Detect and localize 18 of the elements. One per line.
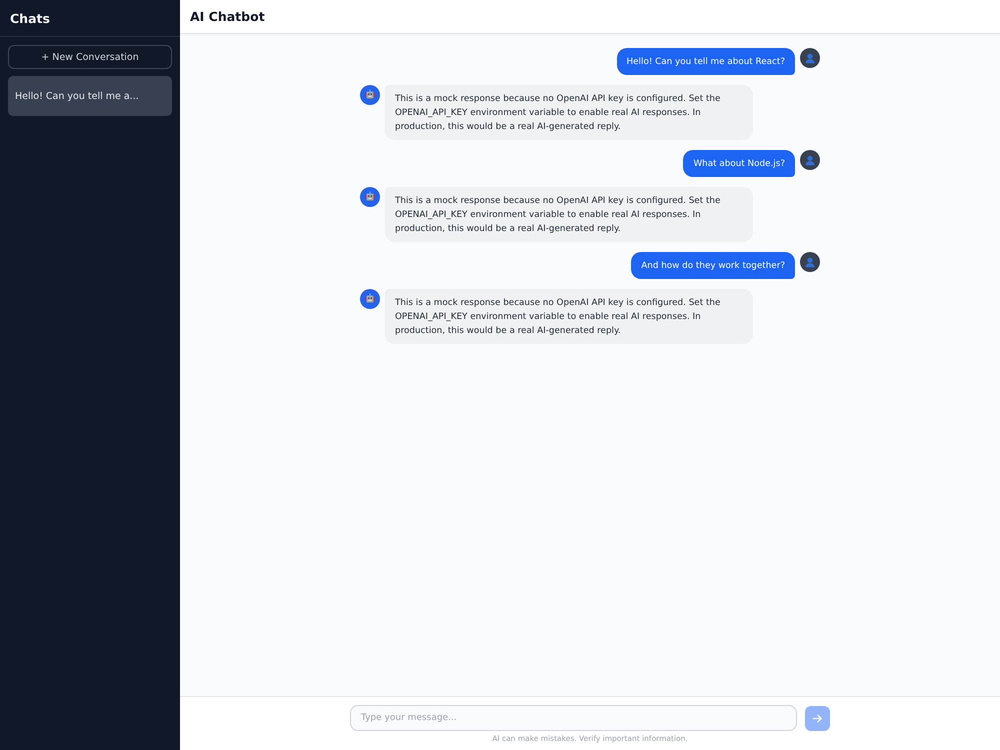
page-title: AI Chatbot bbox=[190, 9, 265, 24]
arrow-right-icon bbox=[812, 712, 823, 724]
robot-avatar-icon bbox=[360, 289, 380, 309]
user-message: Hello! Can you tell me about React? bbox=[616, 48, 795, 75]
new-conversation-button[interactable]: + New Conversation bbox=[8, 45, 172, 69]
message-input[interactable]: Type your message... bbox=[350, 705, 797, 731]
conversation-item[interactable]: Hello! Can you tell me a... bbox=[8, 76, 172, 116]
user-message: And how do they work together? bbox=[631, 252, 795, 279]
assistant-message: This is a mock response because no OpenAI API key is configured. Set the OPENAI_API_KEY environment variable to enable real AI responses. In production, this would be a real AI-generated reply. bbox=[385, 85, 753, 140]
robot-avatar-icon bbox=[360, 187, 380, 207]
person-avatar-icon bbox=[800, 150, 820, 170]
assistant-message: This is a mock response because no OpenAI API key is configured. Set the OPENAI_API_KEY environment variable to enable real AI responses. In production, this would be a real AI-generated reply. bbox=[385, 187, 753, 242]
sidebar-title: Chats bbox=[10, 10, 50, 26]
robot-avatar-icon bbox=[360, 85, 380, 105]
person-avatar-icon bbox=[800, 252, 820, 272]
assistant-message: This is a mock response because no OpenAI API key is configured. Set the OPENAI_API_KEY environment variable to enable real AI responses. In production, this would be a real AI-generated reply. bbox=[385, 289, 753, 344]
user-message: What about Node.js? bbox=[683, 150, 795, 177]
person-avatar-icon bbox=[800, 48, 820, 68]
